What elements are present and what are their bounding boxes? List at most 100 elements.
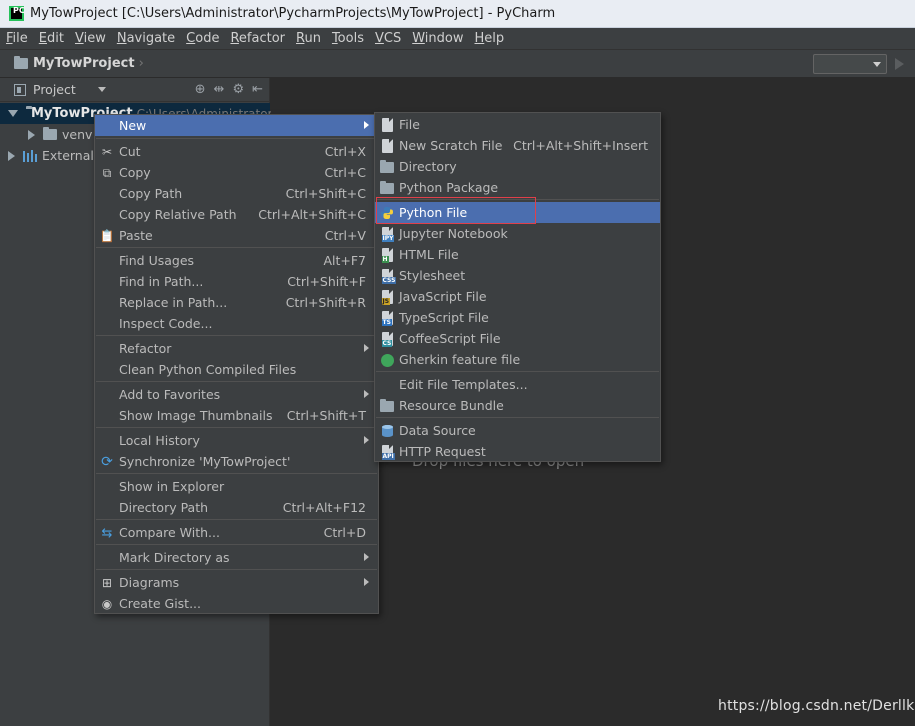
menu-item-directory-path[interactable]: Directory Path Ctrl+Alt+F12 (95, 497, 378, 518)
resource-bundle-icon (379, 398, 395, 414)
menu-item-clean-compiled[interactable]: Clean Python Compiled Files (95, 359, 378, 380)
title-bar: PC MyTowProject [C:\Users\Administrator\… (0, 0, 915, 28)
expand-arrow-icon[interactable] (8, 110, 18, 117)
submenu-item-gherkin-file[interactable]: Gherkin feature file (375, 349, 660, 370)
menu-item-label: Gherkin feature file (399, 352, 521, 367)
tree-item-external-libraries[interactable]: External (0, 145, 94, 166)
submenu-item-jupyter-notebook[interactable]: IPY Jupyter Notebook (375, 223, 660, 244)
menu-item-label: File (399, 117, 420, 132)
menu-window[interactable]: Window (406, 31, 468, 46)
menu-item-label: Copy (119, 165, 151, 180)
menu-item-label: Jupyter Notebook (399, 226, 508, 241)
menu-view[interactable]: View (69, 31, 111, 46)
window-title: MyTowProject [C:\Users\Administrator\Pyc… (30, 6, 556, 21)
menu-help[interactable]: Help (469, 31, 510, 46)
menu-code[interactable]: Code (180, 31, 224, 46)
gherkin-icon (379, 352, 395, 368)
menu-separator (376, 417, 659, 418)
menu-item-copy[interactable]: ⧉ Copy Ctrl+C (95, 162, 378, 183)
menu-item-diagrams[interactable]: ⊞ Diagrams (95, 572, 378, 593)
folder-icon (379, 159, 395, 175)
submenu-item-scratch-file[interactable]: New Scratch File Ctrl+Alt+Shift+Insert (375, 135, 660, 156)
tree-item-label: venv (62, 127, 93, 142)
submenu-item-file[interactable]: File (375, 114, 660, 135)
menu-item-create-gist[interactable]: ◉ Create Gist... (95, 593, 378, 614)
hide-icon[interactable]: ⇤ (252, 82, 263, 97)
menu-item-shortcut: Ctrl+Shift+C (285, 186, 366, 201)
context-menu: New ✂ Cut Ctrl+X ⧉ Copy Ctrl+C Copy Path… (94, 114, 379, 614)
menu-item-shortcut: Ctrl+D (323, 525, 366, 540)
submenu-item-html-file[interactable]: H HTML File (375, 244, 660, 265)
target-icon[interactable]: ⊕ (195, 82, 206, 97)
gear-icon[interactable]: ⚙ (232, 82, 244, 97)
menu-tools[interactable]: Tools (326, 31, 369, 46)
menu-item-refactor[interactable]: Refactor (95, 338, 378, 359)
menu-item-label: Copy Relative Path (119, 207, 237, 222)
watermark: https://blog.csdn.net/Derllk (718, 698, 915, 714)
diagram-icon: ⊞ (101, 576, 113, 590)
menu-item-mark-directory[interactable]: Mark Directory as (95, 547, 378, 568)
chevron-down-icon (97, 87, 106, 92)
menu-item-copy-path[interactable]: Copy Path Ctrl+Shift+C (95, 183, 378, 204)
menu-item-cut[interactable]: ✂ Cut Ctrl+X (95, 141, 378, 162)
collapse-arrow-icon[interactable] (8, 150, 15, 161)
menu-item-label: Data Source (399, 423, 476, 438)
submenu-item-javascript-file[interactable]: JS JavaScript File (375, 286, 660, 307)
menu-edit[interactable]: Edit (33, 31, 69, 46)
menu-item-label: CoffeeScript File (399, 331, 501, 346)
menu-item-copy-relative-path[interactable]: Copy Relative Path Ctrl+Alt+Shift+C (95, 204, 378, 225)
menu-vcs[interactable]: VCS (369, 31, 406, 46)
submenu-item-edit-templates[interactable]: Edit File Templates... (375, 374, 660, 395)
menu-item-label: JavaScript File (399, 289, 487, 304)
submenu-item-resource-bundle[interactable]: Resource Bundle (375, 395, 660, 416)
menu-item-show-in-explorer[interactable]: Show in Explorer (95, 476, 378, 497)
submenu-item-python-package[interactable]: Python Package (375, 177, 660, 198)
menu-item-compare-with[interactable]: ⇆ Compare With... Ctrl+D (95, 522, 378, 543)
menu-item-find-usages[interactable]: Find Usages Alt+F7 (95, 250, 378, 271)
menu-item-label: New (119, 118, 147, 133)
project-view-selector[interactable]: Project (14, 82, 106, 97)
menu-item-label: Copy Path (119, 186, 183, 201)
tree-item-venv[interactable]: venv (0, 124, 92, 145)
menu-separator (96, 473, 377, 474)
menu-separator (96, 381, 377, 382)
menu-item-paste[interactable]: 📋 Paste Ctrl+V (95, 225, 378, 246)
menu-item-label: Python Package (399, 180, 499, 195)
run-icon[interactable] (895, 58, 904, 70)
submenu-item-stylesheet[interactable]: CSS Stylesheet (375, 265, 660, 286)
menu-item-new[interactable]: New (95, 115, 378, 136)
collapse-arrow-icon[interactable] (28, 129, 35, 140)
menu-item-image-thumbnails[interactable]: Show Image Thumbnails Ctrl+Shift+T (95, 405, 378, 426)
javascript-file-icon: JS (379, 289, 395, 305)
menu-file[interactable]: File (0, 31, 33, 46)
menu-item-replace-in-path[interactable]: Replace in Path... Ctrl+Shift+R (95, 292, 378, 313)
breadcrumb[interactable]: MyTowProject › (14, 56, 144, 71)
annotation-highlight-box (376, 197, 536, 224)
menu-item-add-to-favorites[interactable]: Add to Favorites (95, 384, 378, 405)
menu-run[interactable]: Run (290, 31, 326, 46)
menu-item-synchronize[interactable]: ⟳ Synchronize 'MyTowProject' (95, 451, 378, 472)
run-configuration-select[interactable] (813, 54, 887, 74)
menu-separator (96, 335, 377, 336)
project-icon (14, 83, 26, 96)
submenu-arrow-icon (364, 390, 369, 398)
submenu-item-coffeescript-file[interactable]: CS CoffeeScript File (375, 328, 660, 349)
menu-item-local-history[interactable]: Local History (95, 430, 378, 451)
menu-item-shortcut: Ctrl+Shift+T (286, 408, 366, 423)
menu-refactor[interactable]: Refactor (224, 31, 290, 46)
scissors-icon: ✂ (101, 145, 113, 159)
menu-separator (96, 544, 377, 545)
submenu-item-http-request[interactable]: API HTTP Request (375, 441, 660, 462)
submenu-item-typescript-file[interactable]: TS TypeScript File (375, 307, 660, 328)
folder-icon (43, 127, 57, 140)
collapse-icon[interactable]: ⇹ (214, 82, 225, 97)
tree-item-label: External (42, 148, 94, 163)
menu-item-find-in-path[interactable]: Find in Path... Ctrl+Shift+F (95, 271, 378, 292)
api-file-icon: API (379, 444, 395, 460)
menu-item-shortcut: Ctrl+Shift+R (285, 295, 366, 310)
menu-navigate[interactable]: Navigate (111, 31, 180, 46)
project-panel-header: Project ⊕ ⇹ ⚙ ⇤ (0, 78, 269, 102)
submenu-item-data-source[interactable]: Data Source (375, 420, 660, 441)
menu-item-inspect-code[interactable]: Inspect Code... (95, 313, 378, 334)
submenu-item-directory[interactable]: Directory (375, 156, 660, 177)
